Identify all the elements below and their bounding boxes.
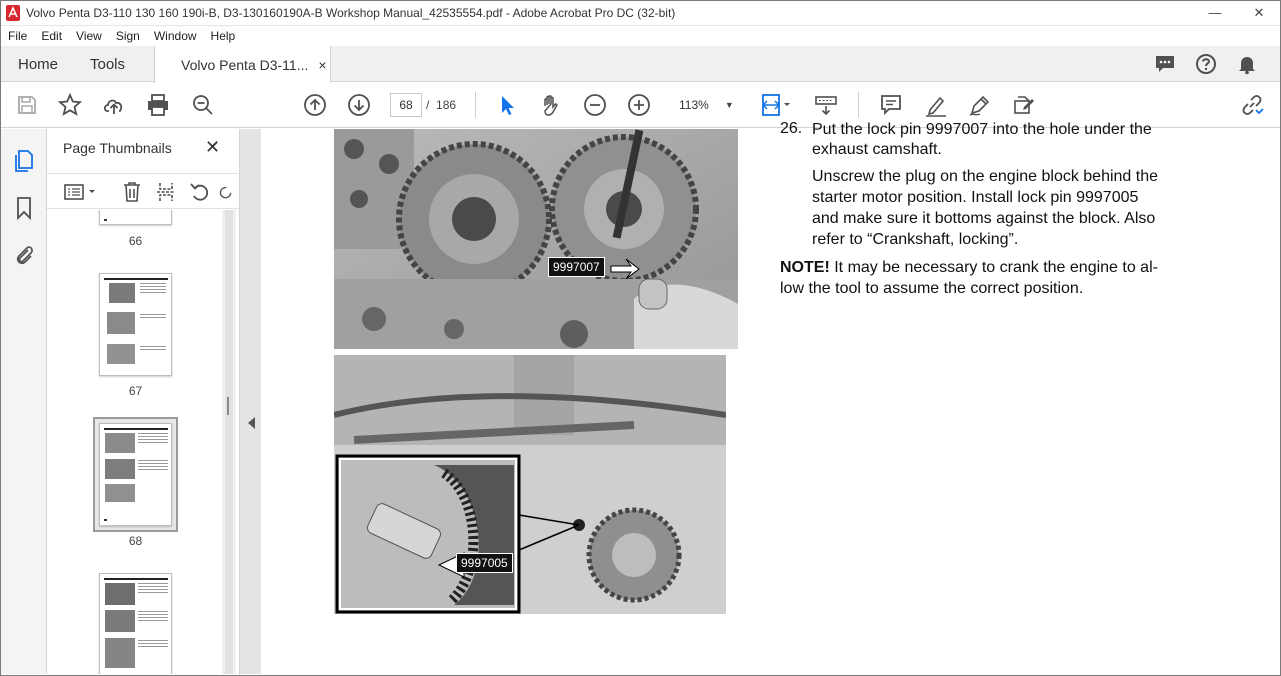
tab-document-label: Volvo Penta D3-11... bbox=[181, 56, 309, 73]
panel-close-icon[interactable]: ✕ bbox=[205, 137, 220, 158]
options-menu-icon[interactable] bbox=[63, 180, 99, 204]
menu-window[interactable]: Window bbox=[146, 29, 203, 43]
scrollbar-thumb[interactable] bbox=[225, 210, 233, 674]
comments-icon[interactable] bbox=[1153, 52, 1177, 76]
chevron-down-icon: ▼ bbox=[724, 100, 734, 110]
page-count: / 186 bbox=[426, 98, 456, 112]
acrobat-logo-icon bbox=[6, 4, 20, 21]
menu-bar: File Edit View Sign Window Help bbox=[0, 26, 1281, 46]
left-navigation-rail bbox=[0, 129, 47, 674]
attachments-paperclip-icon[interactable] bbox=[12, 243, 36, 267]
previous-page-icon[interactable] bbox=[303, 93, 327, 117]
note-line: NOTE! It may be necessary to crank the e… bbox=[780, 257, 1158, 278]
save-icon[interactable] bbox=[15, 93, 39, 117]
draw-pen-icon[interactable] bbox=[968, 93, 992, 117]
search-icon[interactable] bbox=[191, 93, 215, 117]
panel-title: Page Thumbnails bbox=[63, 140, 172, 156]
thumbnail-tools bbox=[47, 173, 240, 209]
paragraph-line: refer to “Crankshaft, locking”. bbox=[812, 231, 1019, 248]
page-thumbnails-panel: Page Thumbnails ✕ 66 67 68 bbox=[47, 129, 240, 674]
bookmark-star-icon[interactable] bbox=[58, 93, 82, 117]
toolbar-divider bbox=[475, 92, 476, 118]
note-text: It may be necessary to crank the engine … bbox=[829, 259, 1158, 276]
tab-row: Home Tools Volvo Penta D3-11... × bbox=[0, 46, 1281, 83]
share-link-icon[interactable] bbox=[1240, 93, 1264, 117]
highlight-pen-icon[interactable] bbox=[924, 93, 948, 117]
menu-file[interactable]: File bbox=[0, 29, 33, 43]
tab-tools[interactable]: Tools bbox=[90, 46, 125, 82]
print-icon[interactable] bbox=[146, 93, 170, 117]
comment-icon[interactable] bbox=[879, 93, 903, 117]
camshaft-lock-photo bbox=[334, 129, 738, 349]
thumbnail-scrollbar[interactable] bbox=[222, 210, 236, 674]
delete-page-icon[interactable] bbox=[120, 180, 144, 204]
paragraph-line: starter motor position. Install lock pin… bbox=[812, 189, 1139, 206]
title-bar: Volvo Penta D3-110 130 160 190i-B, D3-13… bbox=[0, 0, 1281, 26]
thumbnail-page[interactable] bbox=[99, 573, 172, 674]
extract-page-icon[interactable] bbox=[154, 180, 178, 204]
rotate-page-icon[interactable] bbox=[188, 180, 212, 204]
help-icon[interactable] bbox=[1194, 52, 1218, 76]
stamp-sign-icon[interactable] bbox=[1012, 93, 1036, 117]
window-title: Volvo Penta D3-110 130 160 190i-B, D3-13… bbox=[26, 5, 676, 20]
next-page-icon[interactable] bbox=[347, 93, 371, 117]
hand-tool-icon[interactable] bbox=[539, 93, 563, 117]
pdf-page: 9997007 9997005 26. Put the lock pin 999… bbox=[261, 120, 1279, 674]
notifications-bell-icon[interactable] bbox=[1235, 52, 1259, 76]
step-text-line: Put the lock pin 9997007 into the hole u… bbox=[812, 121, 1152, 138]
paragraph-line: Unscrew the plug on the engine block beh… bbox=[812, 168, 1159, 185]
page-number-input[interactable]: 68 bbox=[390, 93, 422, 117]
zoom-level-value: 113% bbox=[679, 98, 709, 112]
select-pointer-icon[interactable] bbox=[495, 93, 519, 117]
thumbnail-page[interactable] bbox=[99, 210, 172, 225]
bookmarks-icon[interactable] bbox=[12, 196, 36, 220]
menu-help[interactable]: Help bbox=[203, 29, 242, 43]
tab-home[interactable]: Home bbox=[18, 46, 58, 82]
menu-sign[interactable]: Sign bbox=[108, 29, 146, 43]
zoom-in-icon[interactable] bbox=[627, 93, 651, 117]
note-label: NOTE! bbox=[780, 259, 830, 276]
step-text-line: exhaust camshaft. bbox=[812, 141, 942, 158]
crankshaft-lock-photo bbox=[334, 355, 726, 614]
thumbnail-list: 66 67 68 bbox=[47, 210, 222, 674]
thumbnail-page-label: 68 bbox=[128, 534, 143, 548]
close-window-button[interactable]: ✕ bbox=[1237, 0, 1281, 26]
page-separator: / bbox=[426, 98, 430, 112]
upload-cloud-icon[interactable] bbox=[102, 93, 126, 117]
document-view: 9997007 9997005 26. Put the lock pin 999… bbox=[240, 120, 1279, 674]
paragraph-line: and make sure it bottoms against the blo… bbox=[812, 210, 1156, 227]
thumbnail-page-label: 67 bbox=[128, 384, 143, 398]
tab-document[interactable]: Volvo Penta D3-11... × bbox=[154, 46, 331, 83]
panel-resize-handle[interactable] bbox=[227, 397, 229, 415]
minimize-button[interactable]: — bbox=[1193, 0, 1237, 26]
collapse-panel-arrow-icon[interactable] bbox=[248, 417, 255, 429]
step-number: 26. bbox=[780, 120, 803, 137]
rotate-clockwise-icon[interactable] bbox=[219, 180, 235, 204]
scroll-mode-icon[interactable] bbox=[814, 93, 838, 117]
tab-close-icon[interactable]: × bbox=[318, 57, 326, 73]
menu-edit[interactable]: Edit bbox=[33, 29, 68, 43]
page-thumbnails-icon[interactable] bbox=[12, 149, 36, 173]
tool-callout-label: 9997005 bbox=[456, 553, 513, 573]
total-pages: 186 bbox=[436, 98, 457, 112]
thumbnail-page-label: 66 bbox=[128, 234, 143, 248]
tool-callout-label: 9997007 bbox=[548, 257, 605, 277]
thumbnail-page-selected[interactable] bbox=[99, 423, 172, 526]
page-fit-icon[interactable] bbox=[760, 93, 794, 117]
zoom-out-icon[interactable] bbox=[583, 93, 607, 117]
note-line: low the tool to assume the correct posit… bbox=[780, 280, 1084, 297]
zoom-level-select[interactable]: 113% ▼ bbox=[669, 93, 741, 117]
menu-view[interactable]: View bbox=[68, 29, 108, 43]
toolbar-divider bbox=[858, 92, 859, 118]
thumbnail-page[interactable] bbox=[99, 273, 172, 376]
